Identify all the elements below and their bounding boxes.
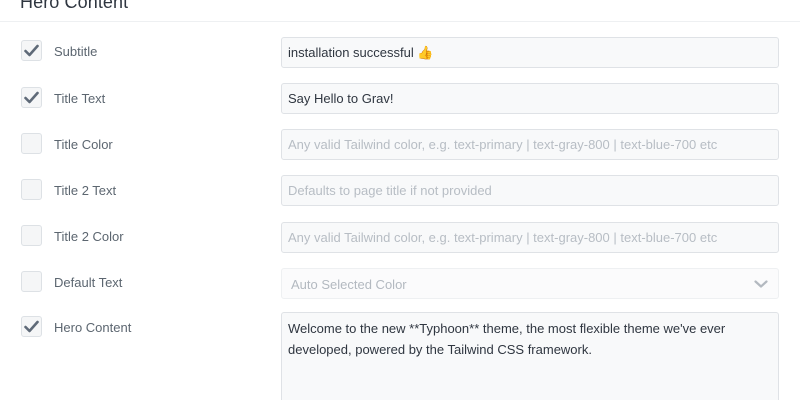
- chevron-down-icon: [754, 280, 768, 288]
- section-divider: [0, 21, 800, 22]
- subtitle-label: Subtitle: [54, 44, 98, 59]
- title-color-input[interactable]: [281, 129, 779, 160]
- title-2-color-checkbox[interactable]: [21, 225, 42, 246]
- title-2-text-checkbox[interactable]: [21, 179, 42, 200]
- hero-content-textarea[interactable]: Welcome to the new **Typhoon** theme, th…: [281, 312, 779, 400]
- title-2-color-input[interactable]: [281, 222, 779, 253]
- title-text-input[interactable]: [281, 83, 779, 114]
- title-2-color-label: Title 2 Color: [54, 229, 124, 244]
- default-text-selected-value: Auto Selected Color: [291, 277, 407, 292]
- default-text-select[interactable]: Auto Selected Color: [281, 268, 779, 299]
- section-title: Hero Content: [20, 0, 129, 12]
- hero-content-label: Hero Content: [54, 320, 132, 335]
- check-icon: [24, 320, 39, 333]
- title-color-checkbox[interactable]: [21, 133, 42, 154]
- hero-content-section: Hero Content Subtitle Title Text Title C…: [0, 0, 800, 400]
- title-2-text-label: Title 2 Text: [54, 183, 117, 198]
- title-text-checkbox[interactable]: [21, 87, 42, 108]
- check-icon: [24, 91, 39, 104]
- subtitle-checkbox[interactable]: [21, 40, 42, 61]
- hero-content-checkbox[interactable]: [21, 316, 42, 337]
- default-text-checkbox[interactable]: [21, 271, 42, 292]
- default-text-label: Default Text: [54, 275, 123, 290]
- title-text-label: Title Text: [54, 91, 106, 106]
- title-2-text-input[interactable]: [281, 175, 779, 206]
- title-color-label: Title Color: [54, 137, 113, 152]
- check-icon: [24, 44, 39, 57]
- subtitle-input[interactable]: [281, 37, 779, 68]
